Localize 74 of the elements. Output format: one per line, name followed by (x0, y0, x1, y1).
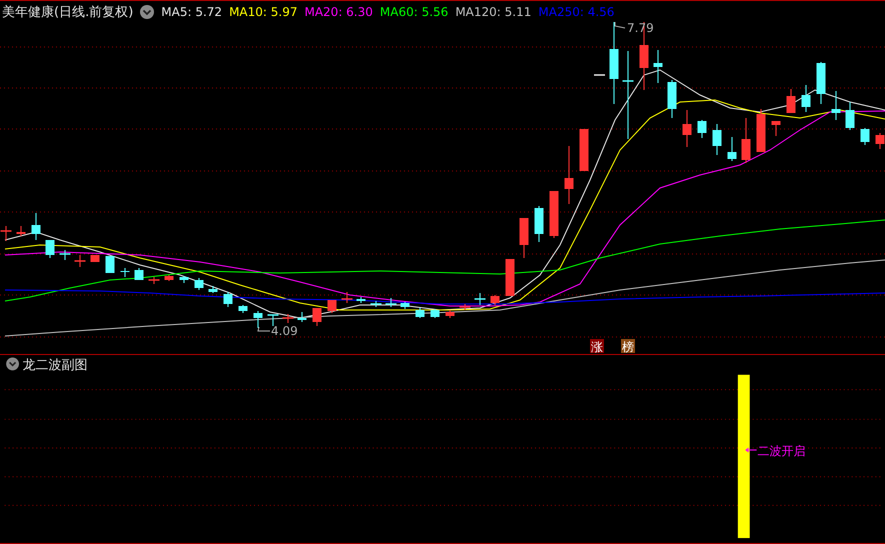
panel-title: 龙二波副图 (22, 358, 88, 373)
chart-title: 美年健康(日线.前复权) (2, 4, 134, 20)
candlestick (490, 294, 500, 306)
candlestick (832, 90, 840, 120)
tag-badge: 榜 (621, 339, 635, 354)
candlestick (46, 240, 54, 258)
candlestick (106, 256, 114, 274)
candlestick (60, 250, 70, 260)
candlestick (846, 102, 854, 130)
candlestick (134, 268, 144, 280)
candlestick (772, 120, 780, 136)
candlestick (224, 292, 232, 308)
candlestick (282, 314, 294, 324)
candlestick (164, 274, 174, 282)
candlestick (120, 268, 130, 278)
candlestick (550, 190, 558, 238)
candlestick (876, 132, 884, 150)
candlestick (238, 304, 248, 314)
candlestick (712, 124, 722, 156)
candlestick (416, 308, 424, 318)
candlestick (698, 120, 706, 138)
candlestick (342, 292, 352, 304)
signal-label: 二波开启 (758, 444, 806, 458)
moving-average-legend: MA10: 5.97 (229, 4, 298, 18)
candlestick (446, 310, 454, 318)
candlestick (786, 88, 796, 114)
candlestick (430, 308, 440, 318)
candlestick (802, 84, 810, 112)
candlestick (564, 146, 574, 204)
moving-average-legend: MA120: 5.11 (455, 4, 532, 18)
candlestick (682, 110, 692, 148)
candlestick (32, 212, 40, 240)
candlestick (194, 278, 204, 290)
moving-average-legend: MA60: 5.56 (380, 4, 448, 18)
candlestick (728, 136, 736, 162)
dropdown-icon[interactable] (6, 357, 19, 370)
candlestick (400, 302, 410, 310)
candlestick (460, 304, 470, 310)
moving-average-legend: MA20: 6.30 (304, 4, 373, 18)
candlestick (268, 314, 278, 326)
leader-line (745, 448, 758, 452)
leader-line (614, 22, 626, 28)
candlestick (0, 226, 12, 242)
candlestick (298, 312, 306, 322)
tag-badge: 涨 (590, 339, 604, 354)
candlestick (742, 118, 750, 164)
candlestick (474, 292, 486, 306)
candlestick (534, 206, 544, 242)
candlestick (74, 254, 86, 268)
moving-average-legend: MA5: 5.72 (161, 4, 222, 18)
candlestick (208, 286, 218, 294)
leader-line (257, 326, 270, 332)
candlestick (506, 258, 514, 296)
moving-average-legend: MA250: 4.56 (538, 4, 614, 18)
candlestick (16, 226, 26, 236)
dropdown-icon[interactable] (140, 4, 154, 18)
candlestick (90, 254, 100, 262)
candlestick (520, 218, 528, 258)
candlestick (180, 276, 188, 284)
candlestick (148, 276, 160, 284)
candlestick (668, 80, 676, 118)
candlestick (654, 50, 662, 84)
candlestick (816, 62, 826, 104)
price-tick (594, 74, 605, 76)
candlestick (312, 308, 322, 326)
candlestick (254, 310, 262, 328)
candlestick (370, 300, 382, 308)
candlestick (580, 128, 588, 172)
candlestick (328, 300, 336, 314)
low-price-label: 4.09 (271, 324, 298, 338)
candlestick (386, 298, 396, 308)
candlestick (356, 296, 366, 304)
candlestick (756, 108, 766, 152)
candlestick (860, 128, 870, 146)
